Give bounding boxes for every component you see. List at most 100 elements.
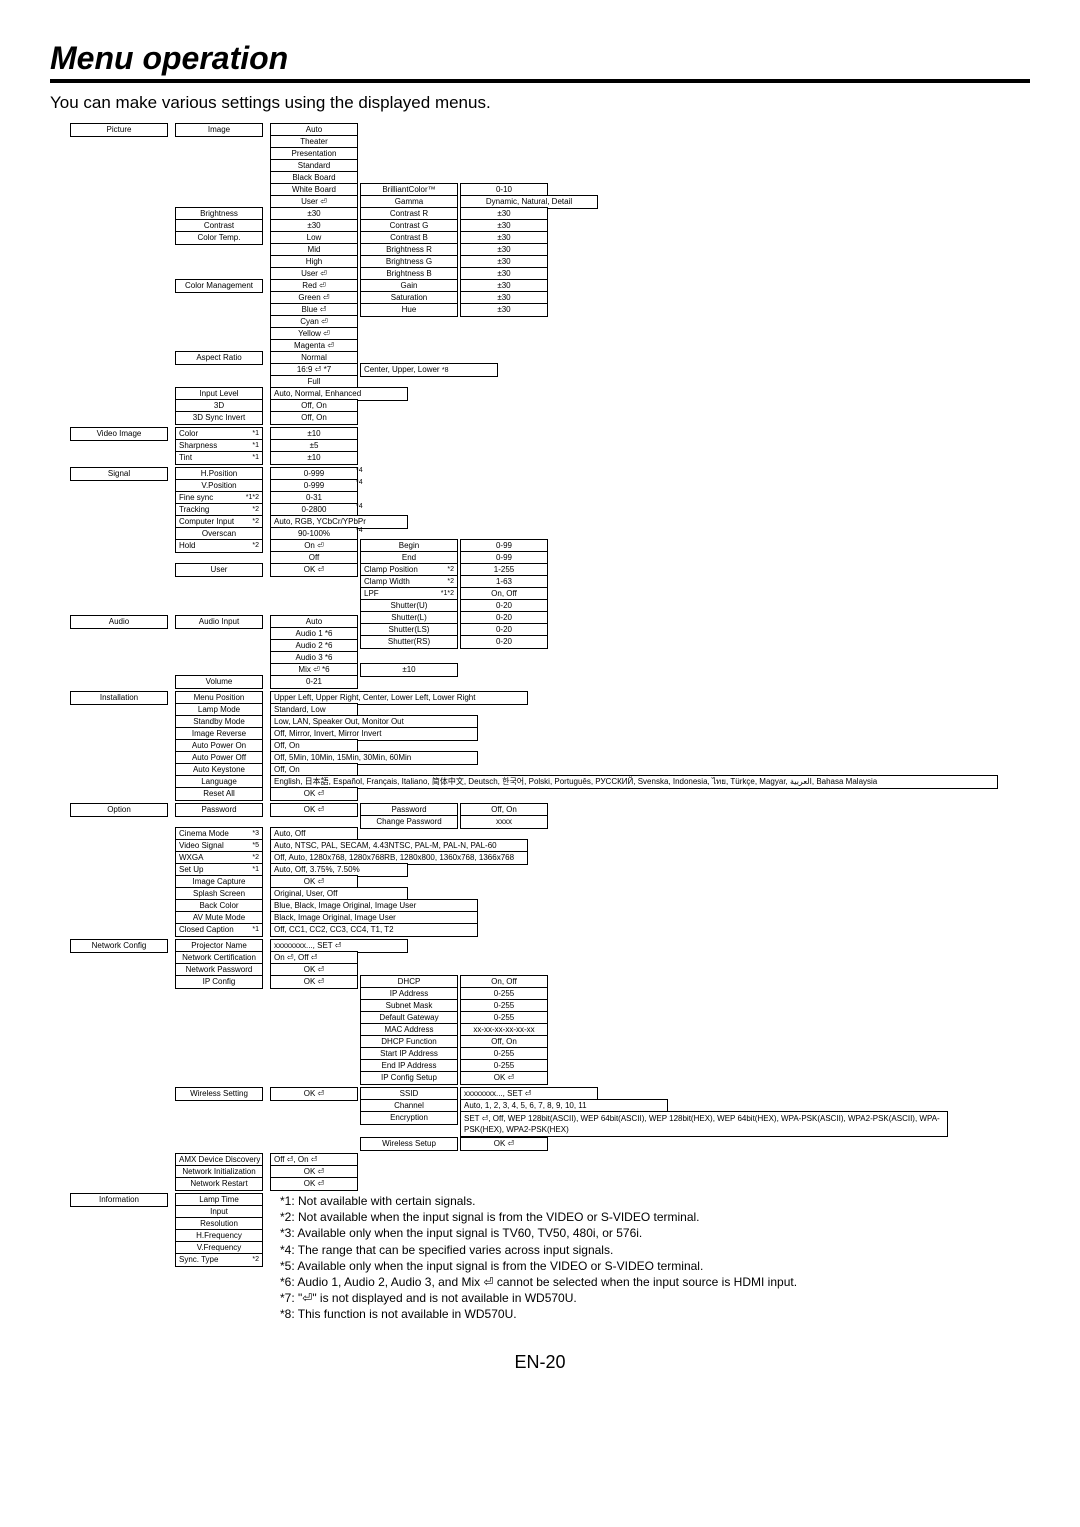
vt-t: Tint [179, 453, 192, 462]
scw-s: *2 [447, 577, 454, 587]
pic-ctemp: Color Temp. [175, 231, 263, 245]
hue-v: ±30 [460, 303, 548, 317]
note-2: *2: Not available when the input signal … [280, 1209, 797, 1225]
cul: Center, Upper, Lower *8 [360, 363, 498, 377]
net-wsetup-v: OK ⏎ [460, 1137, 548, 1151]
slp-t: LPF [364, 589, 379, 598]
oc-t: Cinema Mode [179, 829, 229, 838]
aud-vol: Volume [175, 675, 263, 689]
net-ipcfg-v: OK ⏎ [270, 975, 358, 989]
note-8: *8: This function is not available in WD… [280, 1306, 797, 1322]
net-wless: Wireless Setting [175, 1087, 263, 1101]
pic-aspect: Aspect Ratio [175, 351, 263, 365]
net-nrest: Network Restart [175, 1177, 263, 1191]
ov-t: Video Signal [179, 841, 224, 850]
occ-s: *1 [252, 925, 259, 935]
page-title: Menu operation [50, 40, 1030, 77]
opt-cc-v: Off, CC1, CC2, CC3, CC4, T1, T2 [270, 923, 478, 937]
sh-s: *2 [252, 541, 259, 551]
aud-mix-v: ±10 [360, 663, 458, 677]
menu-tree: Picture Image Auto Theater Presentation … [50, 123, 1030, 1223]
note-5: *5: Available only when the input signal… [280, 1258, 797, 1274]
aud-ain: Audio Input [175, 615, 263, 629]
sig-shrs-v: 0-20 [460, 635, 548, 649]
title-rule [50, 79, 1030, 83]
st-s: *2 [252, 505, 259, 515]
footnotes: *1: Not available with certain signals. … [280, 1193, 797, 1323]
inst-reset-v: OK ⏎ [270, 787, 358, 801]
cat-option: Option [70, 803, 168, 817]
sh-t: Hold [179, 541, 195, 550]
scp-s: *2 [447, 565, 454, 575]
os-s: *1 [252, 865, 259, 875]
s4-1: *4 [356, 467, 363, 474]
opt-pwd: Password [175, 803, 263, 817]
cat-signal: Signal [70, 467, 168, 481]
st-t: Tracking [179, 505, 209, 514]
pic-sync: 3D Sync Invert [175, 411, 263, 425]
opt-cc: Closed Caption *1 [175, 923, 263, 937]
cat-info: Information [70, 1193, 168, 1207]
s4-3: *4 [356, 503, 363, 510]
net-wless-v: OK ⏎ [270, 1087, 358, 1101]
aud-vol-v: 0-21 [270, 675, 358, 689]
vc-t: Color [179, 429, 198, 438]
s4-4: *4 [356, 527, 363, 534]
cat-audio: Audio [70, 615, 168, 629]
vt-s: *1 [252, 453, 259, 463]
sig-user: User [175, 563, 263, 577]
sc-s: *2 [252, 517, 259, 527]
sig-hold: Hold *2 [175, 539, 263, 553]
net-ipcs: IP Config Setup [360, 1071, 458, 1085]
note-1: *1: Not available with certain signals. [280, 1193, 797, 1209]
note-3: *3: Available only when the input signal… [280, 1225, 797, 1241]
inst-lang-v: English, 日本語, Español, Français, Italian… [270, 775, 998, 789]
cat-net: Network Config [70, 939, 168, 953]
sf-t: Fine sync [179, 493, 213, 502]
net-ipcfg: IP Config [175, 975, 263, 989]
sig-shrs: Shutter(RS) [360, 635, 458, 649]
ow-s: *2 [252, 853, 259, 863]
sync-v: Off, On [270, 411, 358, 425]
inst-reset: Reset All [175, 787, 263, 801]
vs-s: *1 [252, 441, 259, 451]
net-wsetup: Wireless Setup [360, 1137, 458, 1151]
net-nrest-v: OK ⏎ [270, 1177, 358, 1191]
cul-t: Center, Upper, Lower [364, 365, 440, 374]
opt-cpwd: Change Password [360, 815, 458, 829]
pic-cman: Color Management [175, 279, 263, 293]
note-6: *6: Audio 1, Audio 2, Audio 3, and Mix ⏎… [280, 1274, 797, 1290]
cat-picture: Picture [70, 123, 168, 137]
sig-ok: OK ⏎ [270, 563, 358, 577]
vid-tint: Tint *1 [175, 451, 263, 465]
cat-install: Installation [70, 691, 168, 705]
occ-t: Closed Caption [179, 925, 234, 934]
vc-s: *1 [252, 429, 259, 439]
opt-xxxx: xxxx [460, 815, 548, 829]
intro-text: You can make various settings using the … [50, 93, 1030, 113]
cul-s: *8 [442, 367, 449, 374]
vid-tint-v: ±10 [270, 451, 358, 465]
sf-s: *1*2 [246, 493, 259, 503]
hue: Hue [360, 303, 458, 317]
isy-t: Sync. Type [179, 1255, 218, 1264]
pic-image: Image [175, 123, 263, 137]
ov-s: *5 [252, 841, 259, 851]
sc-t: Computer Input [179, 517, 234, 526]
cat-video: Video Image [70, 427, 168, 441]
scw-t: Clamp Width [364, 577, 410, 586]
page-number: EN-20 [50, 1353, 1030, 1371]
vs-t: Sharpness [179, 441, 217, 450]
slp-s: *1*2 [441, 589, 454, 599]
scp-t: Clamp Position [364, 565, 418, 574]
oc-s: *3 [252, 829, 259, 839]
net-enc: Encryption [360, 1111, 458, 1125]
net-ipcs-v: OK ⏎ [460, 1071, 548, 1085]
note-7: *7: "⏎" is not displayed and is not avai… [280, 1290, 797, 1306]
os-t: Set Up [179, 865, 203, 874]
isy-s: *2 [252, 1255, 259, 1265]
note-4: *4: The range that can be specified vari… [280, 1242, 797, 1258]
info-sync: Sync. Type *2 [175, 1253, 263, 1267]
s4-2: *4 [356, 479, 363, 486]
ow-t: WXGA [179, 853, 203, 862]
